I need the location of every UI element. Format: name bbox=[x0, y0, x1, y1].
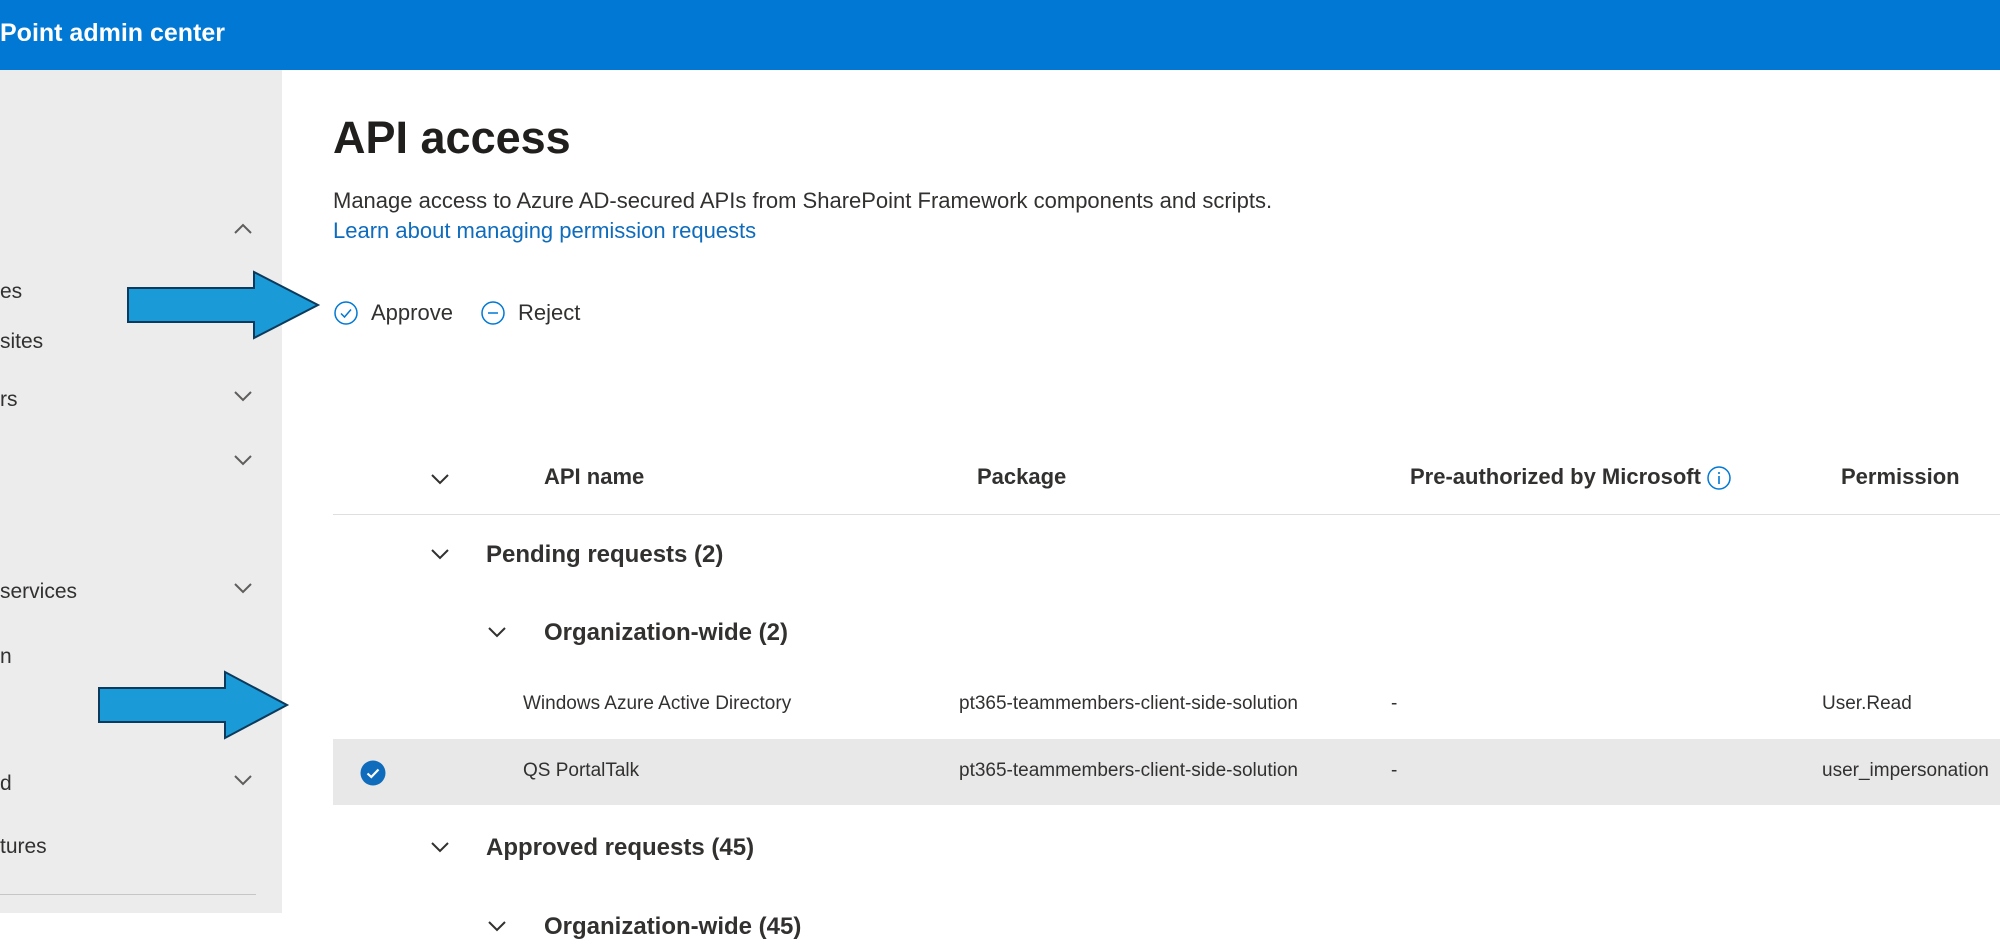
page-title: API access bbox=[333, 112, 571, 163]
app-title[interactable]: Point admin center bbox=[0, 19, 225, 48]
approve-check-icon bbox=[334, 301, 358, 325]
main-content: API access Manage access to Azure AD-sec… bbox=[282, 70, 2000, 940]
nav-item-services[interactable]: services bbox=[0, 580, 77, 604]
chevron-up-icon[interactable] bbox=[230, 216, 256, 242]
left-navigation: es sites rs services n d tures bbox=[0, 70, 282, 913]
collapse-all-chevron-icon[interactable] bbox=[427, 466, 453, 492]
group-header-approved[interactable]: Approved requests (45) bbox=[486, 834, 754, 862]
sidebar-divider bbox=[0, 894, 256, 895]
header-divider bbox=[333, 514, 2000, 515]
table-row-selected[interactable]: QS PortalTalk pt365-teammembers-client-s… bbox=[333, 739, 2000, 805]
cell-preauthorized: - bbox=[1391, 693, 1398, 714]
annotation-arrow bbox=[98, 670, 290, 740]
table-row[interactable]: Windows Azure Active Directory pt365-tea… bbox=[333, 672, 2000, 738]
nav-item-sites-2[interactable]: sites bbox=[0, 330, 43, 354]
chevron-down-icon[interactable] bbox=[484, 913, 510, 939]
cell-api-name: QS PortalTalk bbox=[523, 760, 640, 781]
reject-label: Reject bbox=[518, 300, 581, 325]
nav-item-policies[interactable]: rs bbox=[0, 388, 18, 412]
info-icon[interactable] bbox=[1706, 465, 1732, 491]
column-header-preauthorized[interactable]: Pre-authorized by Microsoft bbox=[1410, 464, 1701, 490]
chevron-down-icon[interactable] bbox=[230, 447, 256, 473]
page-description: Manage access to Azure AD-secured APIs f… bbox=[333, 188, 1273, 213]
nav-item-advanced[interactable]: d bbox=[0, 772, 12, 796]
column-header-api-name[interactable]: API name bbox=[544, 464, 644, 490]
chevron-down-icon[interactable] bbox=[230, 383, 256, 409]
nav-item-features[interactable]: tures bbox=[0, 835, 47, 859]
column-header-permission[interactable]: Permission bbox=[1841, 464, 1960, 490]
reject-button[interactable]: Reject bbox=[480, 296, 580, 330]
nav-item-migration[interactable]: n bbox=[0, 645, 12, 669]
cell-package: pt365-teammembers-client-side-solution bbox=[959, 693, 1298, 714]
chevron-down-icon[interactable] bbox=[230, 575, 256, 601]
cell-api-name: Windows Azure Active Directory bbox=[523, 693, 792, 714]
top-header-bar: Point admin center bbox=[0, 0, 2000, 70]
group-header-pending[interactable]: Pending requests (2) bbox=[486, 541, 723, 569]
nav-item-sites[interactable]: es bbox=[0, 280, 22, 304]
chevron-down-icon[interactable] bbox=[484, 619, 510, 645]
cell-permission: User.Read bbox=[1822, 693, 1912, 714]
subgroup-header-pending-org[interactable]: Organization-wide (2) bbox=[544, 619, 788, 647]
approve-label: Approve bbox=[371, 300, 453, 325]
reject-minus-icon bbox=[481, 301, 505, 325]
approve-button[interactable]: Approve bbox=[333, 296, 453, 330]
chevron-down-icon[interactable] bbox=[427, 834, 453, 860]
annotation-arrow bbox=[127, 270, 321, 340]
chevron-down-icon[interactable] bbox=[230, 767, 256, 793]
chevron-down-icon[interactable] bbox=[427, 541, 453, 567]
subgroup-header-approved-org[interactable]: Organization-wide (45) bbox=[544, 913, 801, 941]
cell-preauthorized: - bbox=[1391, 760, 1398, 781]
column-header-package[interactable]: Package bbox=[977, 464, 1066, 490]
selected-check-icon[interactable] bbox=[359, 759, 387, 787]
learn-more-link[interactable]: Learn about managing permission requests bbox=[333, 218, 756, 244]
cell-permission: user_impersonation bbox=[1822, 760, 1989, 781]
cell-package: pt365-teammembers-client-side-solution bbox=[959, 760, 1298, 781]
